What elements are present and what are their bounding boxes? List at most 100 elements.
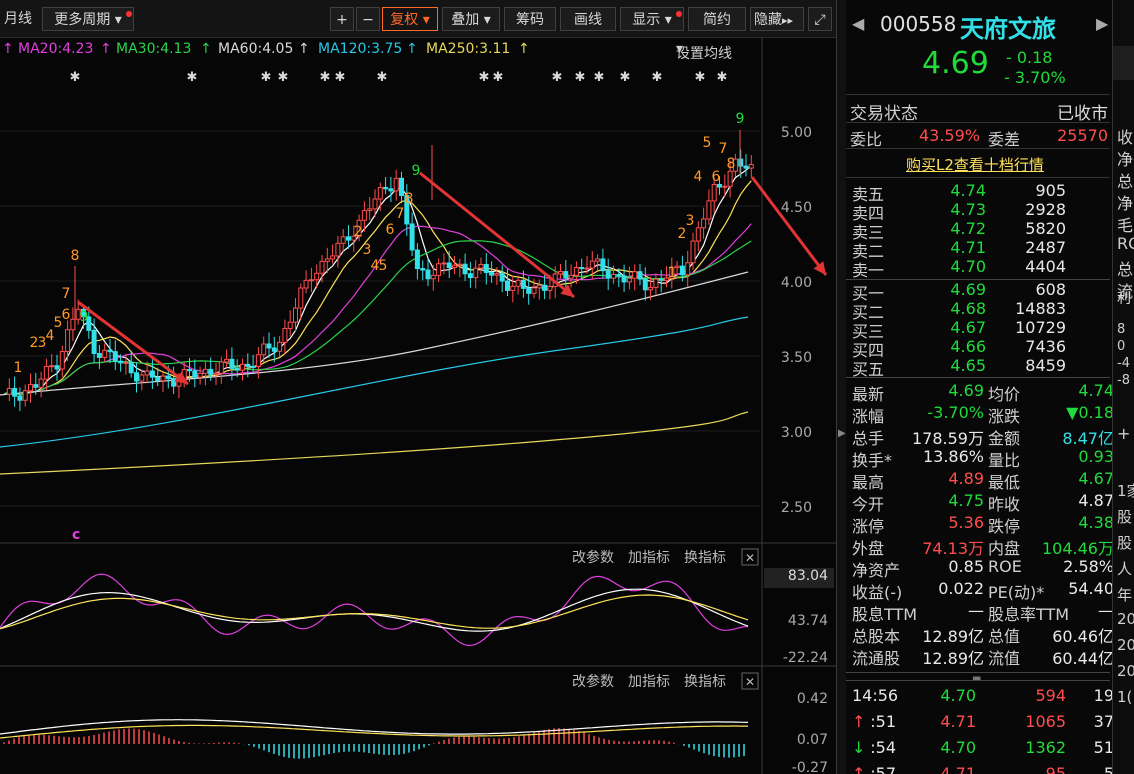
td-count: 7 xyxy=(719,141,728,157)
candle-body xyxy=(515,279,521,287)
candle-body xyxy=(298,287,304,309)
tick-count: 37 xyxy=(1093,712,1114,731)
candle-body xyxy=(573,267,579,276)
stat-row: 总手 178.59万 金额 8.47亿 xyxy=(852,425,1114,448)
order-volume: 2928 xyxy=(1025,200,1066,219)
candle-body xyxy=(165,375,171,380)
candle-body xyxy=(738,158,744,167)
switch-indicator-link[interactable]: 换指标 xyxy=(684,549,726,566)
ma-line xyxy=(3,180,752,396)
stat-label: 流值 xyxy=(988,649,1021,668)
candle-body xyxy=(399,177,404,196)
candle-body xyxy=(123,361,129,364)
stat-value: 74.13万 xyxy=(922,539,984,558)
order-row: 买四 4.66 7436 xyxy=(852,337,1112,360)
candle-body xyxy=(648,286,654,291)
candle-body xyxy=(510,285,516,291)
candle-body xyxy=(489,272,495,276)
order-volume: 4404 xyxy=(1025,257,1066,276)
candle-body xyxy=(616,273,622,277)
stat-value: 54.40 xyxy=(1068,579,1114,598)
star-marker: ✱ xyxy=(695,70,706,85)
collapse-arrow-icon[interactable]: ▶ xyxy=(838,428,846,439)
order-price: 4.69 xyxy=(950,280,986,299)
candle-body xyxy=(563,271,569,279)
td-count: 1 xyxy=(668,265,677,281)
add-indicator-link[interactable]: 加指标 xyxy=(628,550,670,566)
next-stock-icon[interactable]: ▶ xyxy=(1096,14,1108,33)
stat-value: 0.93 xyxy=(1078,447,1114,466)
expand-icon[interactable]: ▬ xyxy=(972,673,981,684)
candle-body xyxy=(457,263,463,266)
stat-label: 跌停 xyxy=(988,517,1021,536)
tick-count: 19 xyxy=(1093,686,1114,705)
close-panel-icon[interactable]: ✕ xyxy=(745,551,755,565)
td-count: 4 xyxy=(694,169,703,185)
ind2-tick: 0.42 xyxy=(797,691,828,707)
change-params-link[interactable]: 改参数 xyxy=(572,549,614,566)
candle-body xyxy=(224,358,230,363)
candle-body xyxy=(393,177,399,192)
candle-body xyxy=(626,277,632,283)
trade-status-label: 交易状态 xyxy=(850,104,918,124)
td-count: 3 xyxy=(686,213,695,229)
candle-body xyxy=(542,284,548,291)
price-tick: 3.00 xyxy=(781,425,812,441)
candle-body xyxy=(414,249,420,270)
star-marker: ✱ xyxy=(278,70,289,85)
candle-body xyxy=(722,185,728,188)
candle-body xyxy=(218,361,224,374)
candle-body xyxy=(308,279,314,282)
prev-stock-icon[interactable]: ◀ xyxy=(852,14,864,33)
stat-label: 昨收 xyxy=(988,495,1021,514)
candle-body xyxy=(202,368,208,374)
candle-body xyxy=(701,218,707,229)
order-volume: 5820 xyxy=(1025,219,1066,238)
candle-body xyxy=(547,286,553,291)
stat-label: ROE xyxy=(988,557,1022,576)
order-row: 卖三 4.72 5820 xyxy=(852,219,1112,242)
candle-body xyxy=(28,384,33,392)
indicator-panel-1 xyxy=(0,573,749,647)
change-params-link[interactable]: 改参数 xyxy=(572,673,614,690)
price-tick: 2.50 xyxy=(781,500,812,516)
candle-body xyxy=(579,267,585,270)
l2-purchase-link[interactable]: 购买L2查看十档行情 xyxy=(906,154,1044,175)
stat-row: 股息TTM — 股息率TTM — xyxy=(852,601,1114,624)
stat-row: 涨停 5.36 跌停 4.38 xyxy=(852,513,1114,536)
tick-time: 14:56 xyxy=(852,686,899,705)
kline-chart[interactable]: ✱ ✱ ✱ ✱ ✱ ✱ ✱ ✱ ✱ ✱ ✱ ✱ ✱ ✱ ✱ ✱12 3 45 6789234 567891234567… xyxy=(0,0,836,774)
chart-text: c 5.00 4.50 4.00 3.50 3.00 2.50 改参数 加指标 … xyxy=(72,125,828,774)
indicator-panel-2 xyxy=(0,719,749,759)
add-indicator-link[interactable]: 加指标 xyxy=(628,674,670,690)
switch-indicator-link[interactable]: 换指标 xyxy=(684,673,726,690)
side-label: 20 xyxy=(1117,636,1134,654)
candle-body xyxy=(134,372,139,382)
stat-value: 8.47亿 xyxy=(1062,429,1114,448)
candle-body xyxy=(335,242,341,257)
stat-row: 最高 4.89 最低 4.67 xyxy=(852,469,1114,492)
close-panel-icon[interactable]: ✕ xyxy=(745,675,755,689)
j-line xyxy=(0,594,749,630)
candle-body xyxy=(743,165,749,169)
stat-value: 4.67 xyxy=(1078,469,1114,488)
td-count: 6 xyxy=(712,169,721,185)
candle-body xyxy=(33,384,39,388)
tick-row: :54 4.70 ↓ 1362 51 xyxy=(852,738,1114,760)
td-count: 9 xyxy=(736,111,745,127)
side-tab-bg xyxy=(1113,46,1134,80)
candle-body xyxy=(171,378,177,387)
stat-row: 净资产 0.85 ROE 2.58% xyxy=(852,557,1114,580)
candle-body xyxy=(139,374,145,382)
side-label: 总 xyxy=(1117,260,1134,279)
star-marker: ✱ xyxy=(377,70,388,85)
candle-body xyxy=(17,395,23,401)
candle-body xyxy=(266,343,272,349)
price-tick: 3.50 xyxy=(781,350,812,366)
td-count: 5 xyxy=(703,135,712,151)
stat-row: 外盘 74.13万 内盘 104.46万 xyxy=(852,535,1114,558)
candle-body xyxy=(277,341,283,352)
candle-body xyxy=(261,343,267,356)
stat-value: 13.86% xyxy=(922,447,984,466)
panel-splitter[interactable]: ▶ xyxy=(837,0,846,774)
